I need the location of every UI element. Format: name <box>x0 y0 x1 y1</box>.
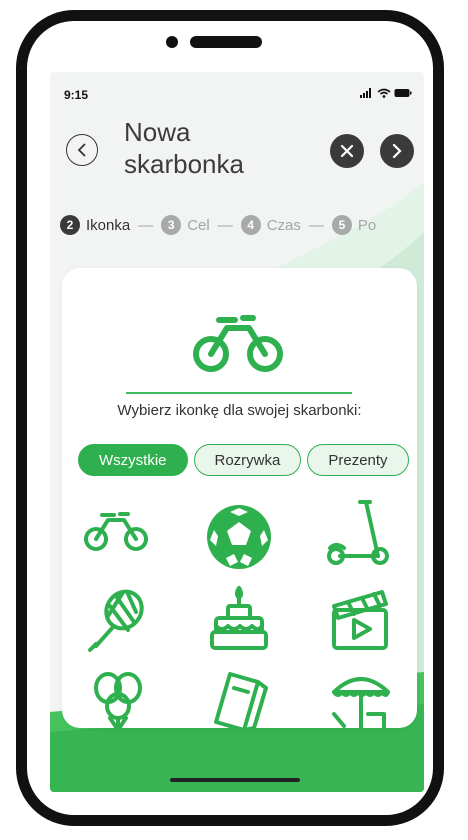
soccer-ball-icon[interactable] <box>204 502 274 572</box>
status-time: 9:15 <box>64 88 89 102</box>
step-label: Czas <box>266 216 301 234</box>
stepper: 2 Ikonka — 3 Cel — 4 Czas — 5 Po <box>60 215 376 235</box>
chip-gifts[interactable]: Prezenty <box>307 444 409 476</box>
chevron-left-icon <box>77 143 86 157</box>
tickets-icon[interactable] <box>208 666 272 728</box>
speaker-bar <box>190 36 262 48</box>
step-number: 5 <box>331 215 352 235</box>
signal-icon <box>360 88 371 98</box>
next-button[interactable] <box>380 134 414 168</box>
status-icons <box>360 88 412 98</box>
chip-entertainment[interactable]: Rozrywka <box>193 444 302 476</box>
step-label: Po <box>357 216 377 234</box>
wifi-icon <box>377 88 391 98</box>
battery-icon <box>394 89 412 97</box>
tennis-racket-icon[interactable] <box>86 588 148 654</box>
close-button[interactable] <box>330 134 364 168</box>
step-number: 4 <box>240 215 261 235</box>
bicycle-icon[interactable] <box>82 512 152 552</box>
icon-picker-card: Wybierz ikonkę dla swojej skarbonki: Wsz… <box>62 268 417 728</box>
birthday-cake-icon[interactable] <box>206 584 272 654</box>
chip-all[interactable]: Wszystkie <box>78 444 188 476</box>
balloons-icon[interactable] <box>88 670 148 728</box>
camera-dot <box>166 36 178 48</box>
step-label: Cel <box>187 216 210 234</box>
step-goal[interactable]: 3 Cel <box>161 215 210 235</box>
step-icon[interactable]: 2 Ikonka <box>60 215 130 235</box>
icon-prompt: Wybierz ikonkę dla swojej skarbonki: <box>117 402 362 419</box>
beach-umbrella-icon[interactable] <box>328 670 394 728</box>
app-screen: 9:15 Nowa skarbonka 2 Ikonka — 3 Cel — 4… <box>50 72 424 792</box>
step-label: Ikonka <box>86 216 131 234</box>
divider <box>126 392 352 394</box>
chevron-right-icon <box>392 144 402 158</box>
back-button[interactable] <box>66 134 98 166</box>
scooter-icon[interactable] <box>326 498 392 568</box>
step-summary[interactable]: 5 Po <box>331 215 377 235</box>
step-number: 2 <box>60 215 80 235</box>
step-number: 3 <box>161 215 182 235</box>
movie-clapper-icon[interactable] <box>328 586 392 652</box>
home-indicator[interactable] <box>170 778 300 782</box>
step-time[interactable]: 4 Czas <box>240 215 301 235</box>
close-icon <box>340 144 354 158</box>
category-chips: Wszystkie Rozrywka Prezenty <box>78 444 409 476</box>
selected-bicycle-icon <box>193 315 283 372</box>
page-title: Nowa skarbonka <box>124 117 244 179</box>
